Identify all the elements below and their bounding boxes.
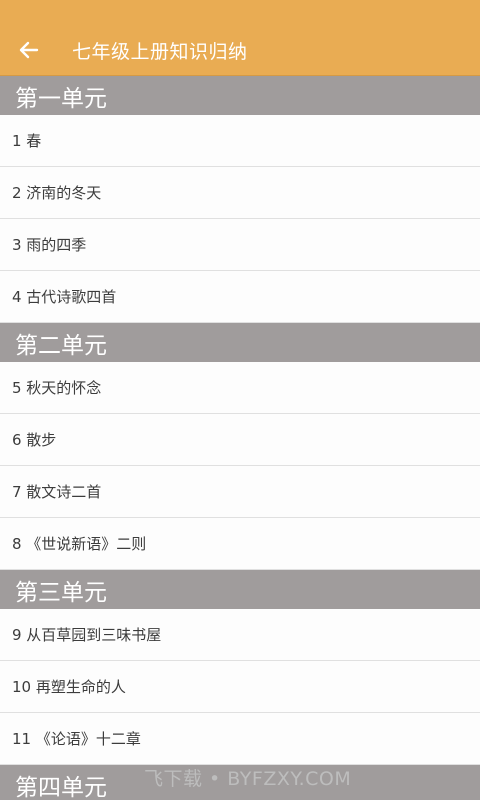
- section-header-unit-4: 第四单元: [0, 765, 480, 800]
- list-item[interactable]: 10 再塑生命的人: [0, 661, 480, 713]
- section-header-unit-3: 第三单元: [0, 570, 480, 609]
- list-item[interactable]: 5 秋天的怀念: [0, 362, 480, 414]
- list-item[interactable]: 2 济南的冬天: [0, 167, 480, 219]
- list-item[interactable]: 6 散步: [0, 414, 480, 466]
- list-item[interactable]: 7 散文诗二首: [0, 466, 480, 518]
- app-screen: 七年级上册知识归纳 第一单元 1 春 2 济南的冬天 3 雨的四季 4 古代诗歌…: [0, 0, 480, 800]
- chapter-list: 第一单元 1 春 2 济南的冬天 3 雨的四季 4 古代诗歌四首 第二单元 5 …: [0, 76, 480, 800]
- list-item[interactable]: 4 古代诗歌四首: [0, 271, 480, 323]
- list-item[interactable]: 9 从百草园到三味书屋: [0, 609, 480, 661]
- section-header-unit-2: 第二单元: [0, 323, 480, 362]
- list-item[interactable]: 8 《世说新语》二则: [0, 518, 480, 570]
- section-header-unit-1: 第一单元: [0, 76, 480, 115]
- status-bar: [0, 0, 480, 25]
- list-item[interactable]: 11 《论语》十二章: [0, 713, 480, 765]
- page-title: 七年级上册知识归纳: [72, 40, 248, 63]
- app-bar: 七年级上册知识归纳: [0, 25, 480, 76]
- back-button[interactable]: [0, 25, 58, 75]
- arrow-left-icon: [19, 41, 39, 59]
- list-item[interactable]: 1 春: [0, 115, 480, 167]
- list-item[interactable]: 3 雨的四季: [0, 219, 480, 271]
